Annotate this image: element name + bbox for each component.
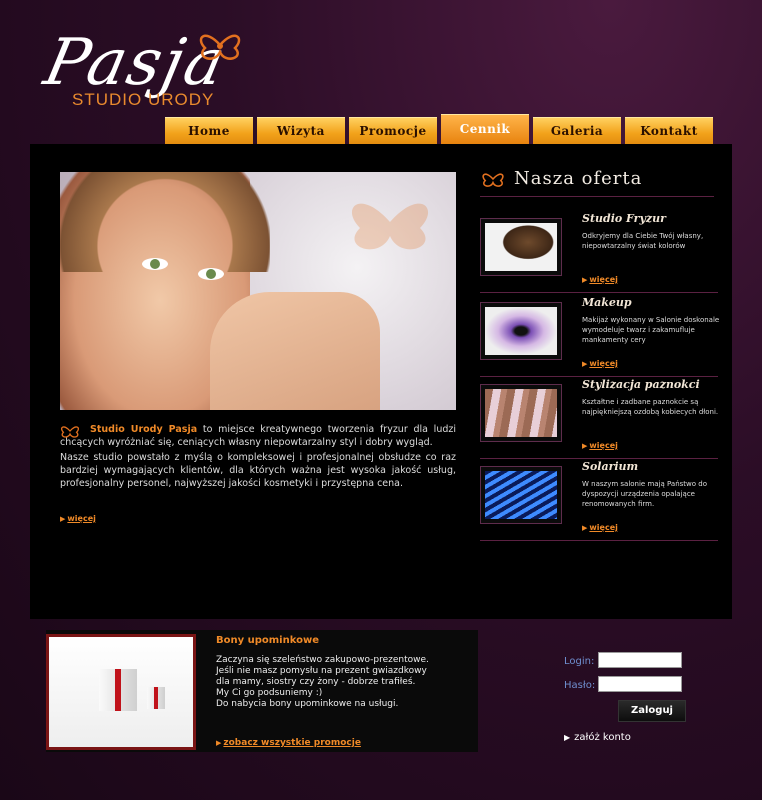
watermark-flower-icon <box>351 203 429 250</box>
hero-image <box>60 172 456 410</box>
arrow-icon: ▶ <box>582 442 588 450</box>
more-label: więcej <box>589 523 618 532</box>
flower-icon <box>482 173 504 187</box>
offer-more-link[interactable]: ▶ więcej <box>582 351 618 370</box>
main-content: Studio Urody Pasja to miejsce kreatywneg… <box>30 144 732 619</box>
promo-line: My Ci go podsuniemy :) <box>216 688 323 698</box>
offer-item-title[interactable]: Solarium <box>582 460 638 473</box>
nav-wizyta[interactable]: Wizyta <box>257 117 345 144</box>
nav-home[interactable]: Home <box>165 117 253 144</box>
arrow-icon: ▶ <box>564 733 571 742</box>
password-label: Hasło: <box>564 680 596 691</box>
password-input[interactable] <box>598 676 682 692</box>
intro-brand: Studio Urody Pasja <box>90 424 198 435</box>
offer-thumb-nails[interactable] <box>480 384 562 442</box>
login-form: Login: Hasło: Zaloguj ▶ załóż konto <box>520 650 740 770</box>
gift-icon <box>147 687 165 709</box>
intro-p2: Nasze studio powstało z myślą o kompleks… <box>60 452 456 489</box>
arrow-icon: ▶ <box>216 739 222 747</box>
gift-image <box>46 634 196 750</box>
more-label: więcej <box>589 359 618 368</box>
offer-item-hair: Studio Fryzur Odkryjemy dla Ciebie Twój … <box>480 212 718 293</box>
login-input[interactable] <box>598 652 682 668</box>
intro-more-link[interactable]: ▶ więcej <box>60 506 96 525</box>
login-button[interactable]: Zaloguj <box>618 700 686 722</box>
nav-cennik[interactable]: Cennik <box>441 114 529 144</box>
offer-more-link[interactable]: ▶ więcej <box>582 267 618 286</box>
arrow-icon: ▶ <box>582 276 588 284</box>
promo-line: dla mamy, siostry czy żony - dobrze traf… <box>216 677 416 687</box>
promo-text: Zaczyna się szeleństwo zakupowo-prezento… <box>216 655 456 710</box>
offer-item-title[interactable]: Makeup <box>582 296 632 309</box>
nav-galeria[interactable]: Galeria <box>533 117 621 144</box>
login-label: Login: <box>564 656 595 667</box>
intro-text: Studio Urody Pasja to miejsce kreatywneg… <box>60 423 456 492</box>
offer-item-title[interactable]: Studio Fryzur <box>582 212 666 225</box>
promo-title: Bony upominkowe <box>216 635 319 646</box>
nav-promocje[interactable]: Promocje <box>349 117 437 144</box>
offer-thumb-solarium[interactable] <box>480 466 562 524</box>
flower-icon <box>60 426 80 438</box>
promo-link-label: zobacz wszystkie promocje <box>223 738 361 748</box>
offer-more-link[interactable]: ▶ więcej <box>582 515 618 534</box>
arrow-icon: ▶ <box>582 360 588 368</box>
offer-item-desc: Odkryjemy dla Ciebie Twój własny, niepow… <box>582 232 704 250</box>
more-label: więcej <box>589 275 618 284</box>
offer-item-makeup: Makeup Makijaż wykonany w Salonie doskon… <box>480 296 719 377</box>
hero-hair <box>60 172 270 272</box>
register-label: załóż konto <box>574 732 631 743</box>
nav-kontakt[interactable]: Kontakt <box>625 117 713 144</box>
offer-item-nails: Stylizacja paznokci Kształtne i zadbane … <box>480 378 718 459</box>
offer-more-link[interactable]: ▶ więcej <box>582 433 618 452</box>
hero-arm <box>210 292 380 410</box>
arrow-icon: ▶ <box>60 515 66 523</box>
gift-icon <box>99 669 137 711</box>
arrow-icon: ▶ <box>582 524 588 532</box>
more-label: więcej <box>589 441 618 450</box>
hero-eye-left <box>142 258 168 270</box>
offer-item-title[interactable]: Stylizacja paznokci <box>582 378 700 391</box>
offer-thumb-makeup[interactable] <box>480 302 562 360</box>
promo-box: Bony upominkowe Zaczyna się szeleństwo z… <box>46 630 478 752</box>
logo-subtitle: STUDIO URODY <box>72 90 215 109</box>
offer-header: Nasza oferta <box>480 166 714 197</box>
main-nav: Home Wizyta Promocje Cennik Galeria Kont… <box>165 114 717 144</box>
hero-eye-right <box>198 268 224 280</box>
offer-thumb-hair[interactable] <box>480 218 562 276</box>
offer-item-desc: Kształtne i zadbane paznokcie są najpięk… <box>582 398 719 416</box>
all-promotions-link[interactable]: ▶ zobacz wszystkie promocje <box>216 730 361 749</box>
offer-item-desc: Makijaż wykonany w Salonie doskonale wym… <box>582 316 720 344</box>
offer-item-solarium: Solarium W naszym salonie mają Państwo d… <box>480 460 718 541</box>
flower-icon <box>199 34 241 60</box>
more-label: więcej <box>67 514 96 523</box>
promo-line: Jeśli nie masz pomysłu na prezent gwiazd… <box>216 666 427 676</box>
promo-line: Zaczyna się szeleństwo zakupowo-prezento… <box>216 655 429 665</box>
offer-item-desc: W naszym salonie mają Państwo do dyspozy… <box>582 480 708 508</box>
register-link[interactable]: ▶ załóż konto <box>564 732 631 743</box>
offer-title: Nasza oferta <box>514 168 643 189</box>
promo-line: Do nabycia bony upominkowe na usługi. <box>216 699 399 709</box>
